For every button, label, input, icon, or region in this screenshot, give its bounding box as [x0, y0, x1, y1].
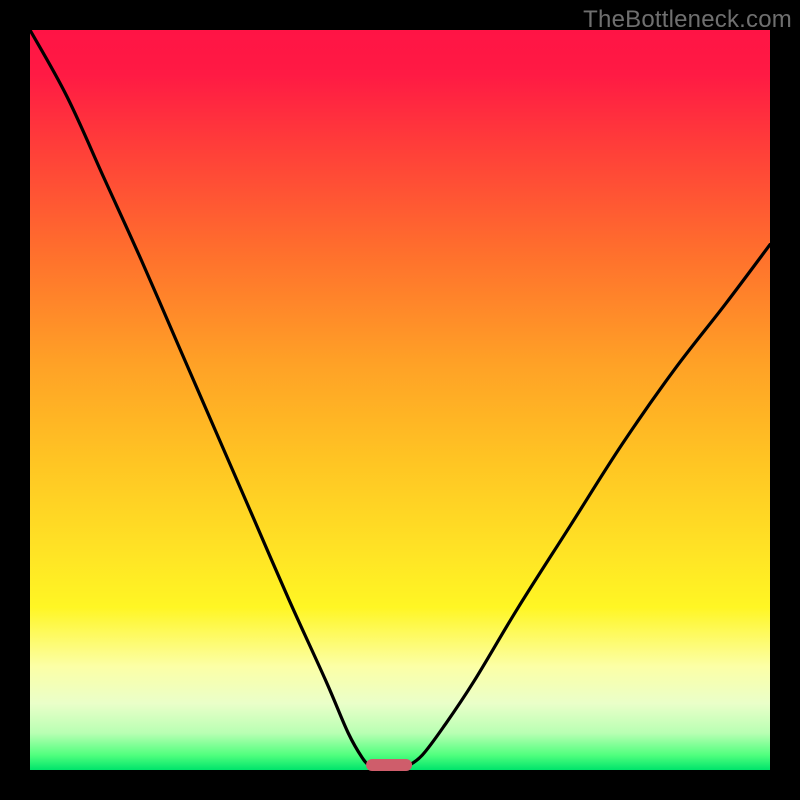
bottom-marker	[366, 759, 412, 771]
plot-area	[30, 30, 770, 770]
left-curve	[30, 30, 370, 766]
chart-frame: TheBottleneck.com	[0, 0, 800, 800]
curve-layer	[30, 30, 770, 770]
watermark-text: TheBottleneck.com	[583, 6, 792, 34]
right-curve	[407, 245, 770, 767]
